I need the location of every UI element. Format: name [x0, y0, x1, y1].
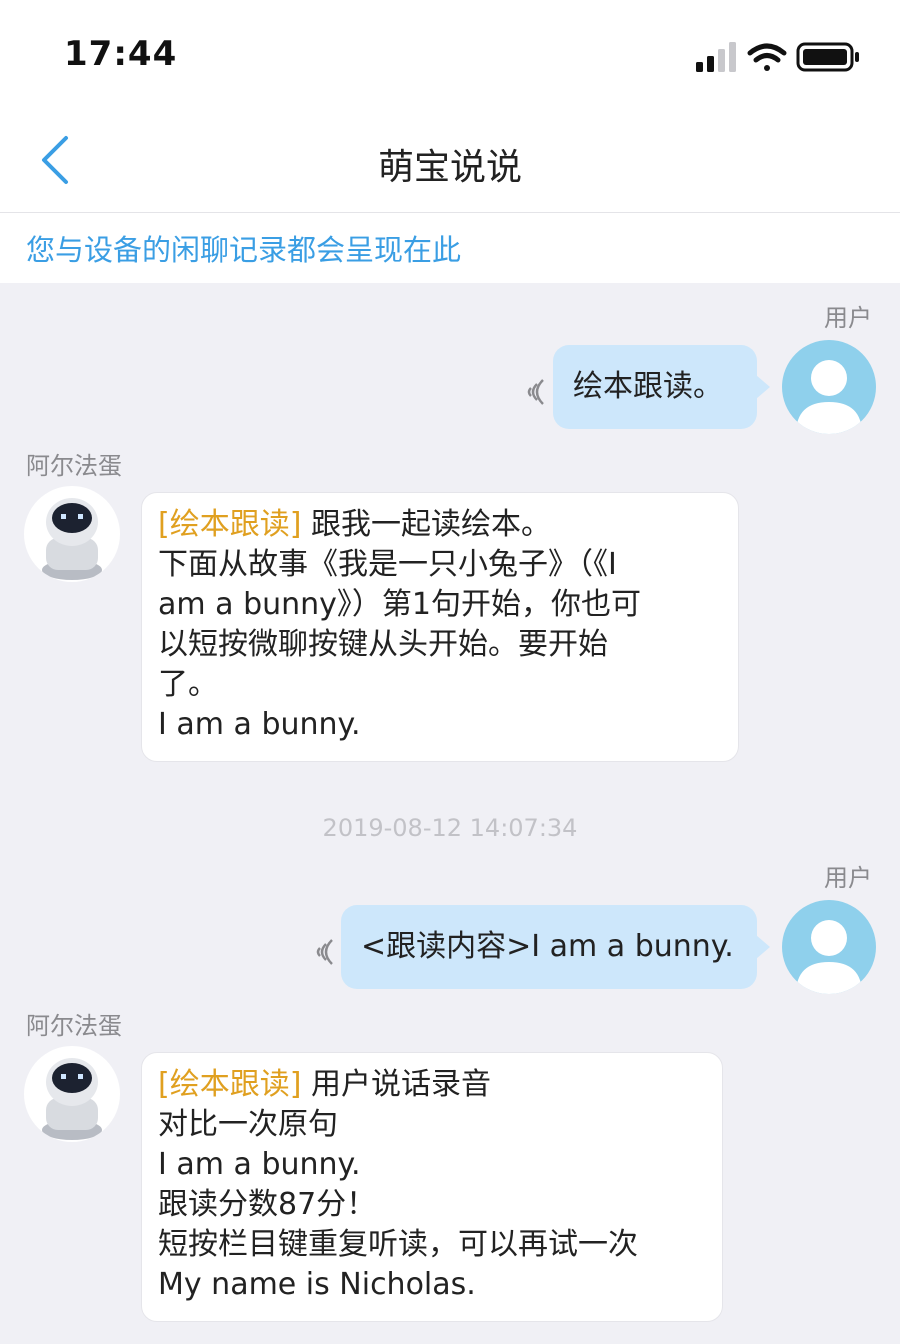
robot-avatar[interactable]: [24, 486, 120, 582]
message-line: 以短按微聊按键从头开始。要开始: [158, 627, 608, 662]
notice-banner: 您与设备的闲聊记录都会呈现在此: [0, 213, 900, 283]
status-time: 17:44: [64, 34, 178, 74]
message-line: 对比一次原句: [158, 1107, 338, 1142]
message-line: My name is Nicholas.: [158, 1267, 476, 1302]
status-icons: [696, 40, 866, 74]
message-line: 了。: [158, 667, 218, 702]
message-line: I am a bunny.: [158, 707, 361, 742]
bot-message-bubble[interactable]: [绘本跟读] 用户说话录音 对比一次原句 I am a bunny. 跟读分数8…: [141, 1052, 723, 1322]
sender-name: 用户: [824, 864, 872, 892]
message-line: I am a bunny.: [158, 1147, 361, 1182]
page-title: 萌宝说说: [377, 147, 522, 188]
battery-icon: [796, 42, 859, 72]
user-avatar[interactable]: [782, 340, 876, 434]
voice-icon[interactable]: [312, 934, 336, 970]
wifi-icon: [747, 43, 787, 71]
voice-icon[interactable]: [523, 374, 547, 410]
signal-icon: [696, 42, 736, 72]
sender-name: 用户: [824, 304, 872, 332]
user-message-bubble[interactable]: <跟读内容>I am a bunny.: [341, 905, 770, 989]
message-line: 跟读分数87分！: [158, 1187, 377, 1222]
message-line: 跟我一起读绘本。: [310, 507, 551, 542]
message-text: 绘本跟读。: [573, 369, 723, 404]
message-line: 短按栏目键重复听读，可以再试一次: [158, 1227, 638, 1262]
message-tag: [绘本跟读]: [158, 1067, 302, 1102]
nav-bar: 萌宝说说: [0, 110, 900, 213]
notice-text: 您与设备的闲聊记录都会呈现在此: [26, 233, 462, 267]
status-bar: 17:44: [0, 0, 900, 110]
sender-name: 阿尔法蛋: [26, 1012, 122, 1040]
user-avatar[interactable]: [782, 900, 876, 994]
message-tag: [绘本跟读]: [158, 507, 302, 542]
message-line: am a bunny》）第1句开始，你也可: [158, 587, 641, 622]
timestamp: 2019-08-12 14:07:34: [322, 814, 578, 842]
bot-message-bubble[interactable]: [绘本跟读] 跟我一起读绘本。 下面从故事《我是一只小兔子》（《I am a b…: [141, 492, 739, 762]
message-line: 用户说话录音: [310, 1067, 491, 1102]
sender-name: 阿尔法蛋: [26, 452, 122, 480]
robot-avatar[interactable]: [24, 1046, 120, 1142]
message-line: 下面从故事《我是一只小兔子》（《I: [158, 547, 617, 582]
message-text: <跟读内容>I am a bunny.: [361, 929, 734, 964]
user-message-bubble[interactable]: 绘本跟读。: [553, 345, 770, 429]
